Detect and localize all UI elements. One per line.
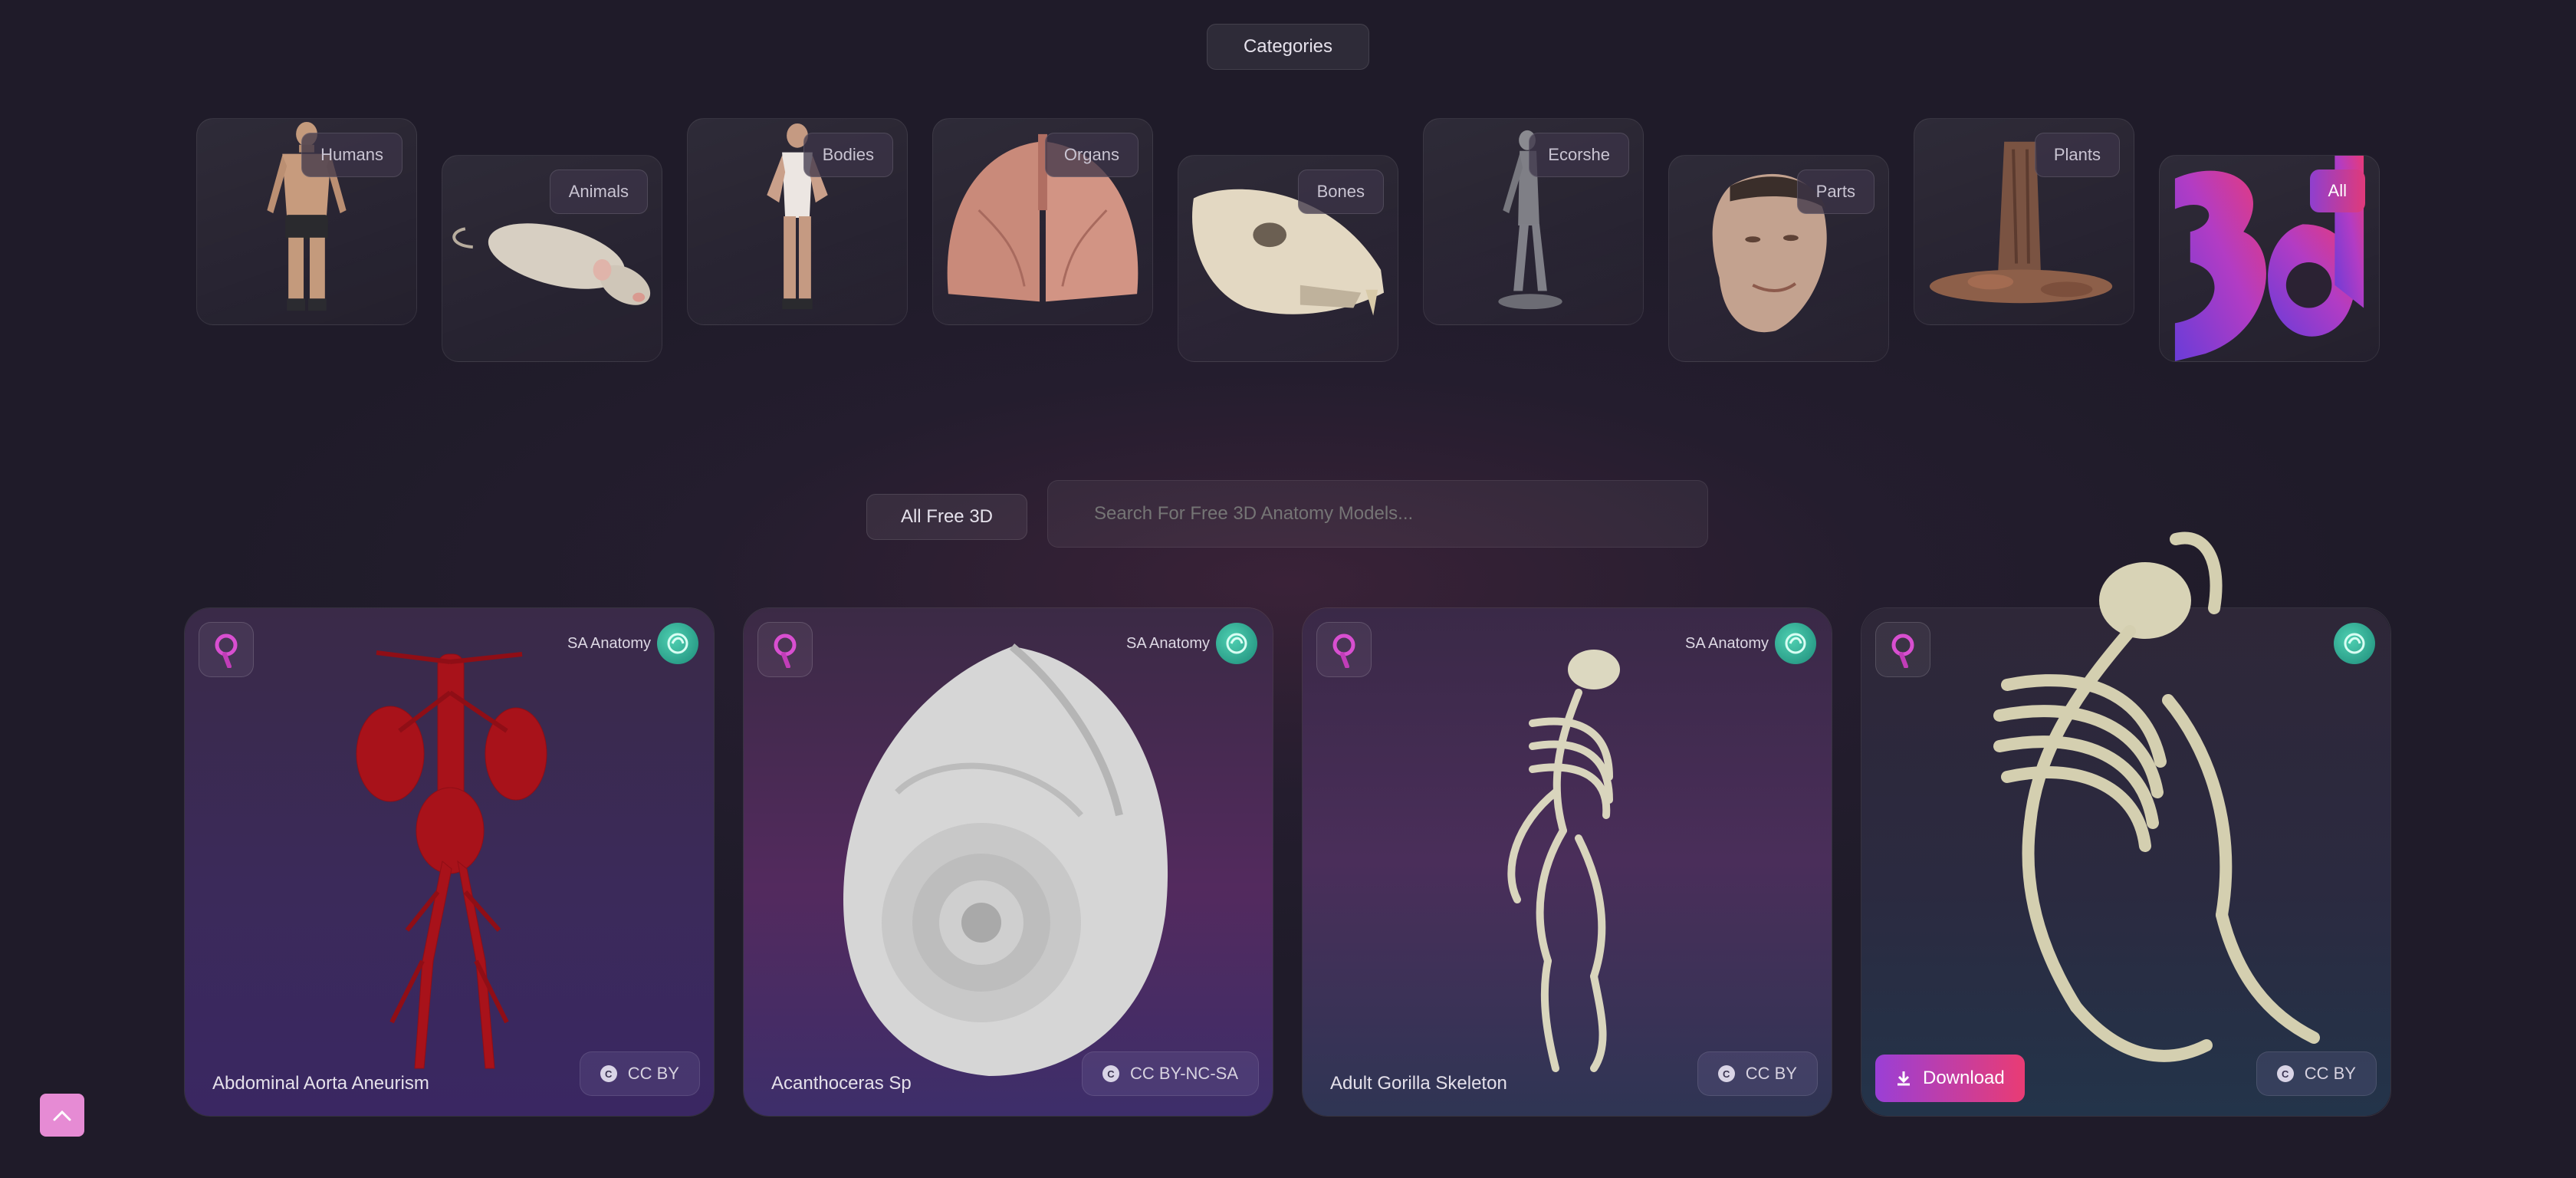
gorilla-skeleton-preview	[1507, 650, 1620, 1072]
free-3d-filter-dropdown[interactable]: All Free 3D	[866, 494, 1027, 540]
category-tile-animals[interactable]: Animals	[442, 155, 662, 362]
aorta-model-preview	[356, 650, 547, 1069]
license-badge[interactable]: C CC BY	[579, 1051, 700, 1096]
category-tile-bodies[interactable]: Bodies	[687, 118, 908, 325]
anatomy-logo-icon	[1226, 633, 1247, 654]
license-badge[interactable]: C CC BY	[2256, 1051, 2377, 1096]
category-label: Bones	[1297, 169, 1384, 214]
license-label: CC BY-NC-SA	[1130, 1064, 1238, 1083]
category-tile-parts[interactable]: Parts	[1668, 155, 1889, 362]
category-label: Parts	[1796, 169, 1875, 214]
large-skeleton-preview	[1993, 531, 2320, 1062]
category-label: Humans	[301, 133, 402, 177]
author-avatar	[2334, 623, 2375, 664]
download-button[interactable]: Download	[1875, 1055, 2025, 1102]
model-card-hovered[interactable]: Download C CC BY	[1861, 531, 2391, 1117]
category-label: Plants	[2034, 133, 2120, 177]
chevron-up-icon	[53, 1110, 71, 1121]
model-card[interactable]: SA Anatomy Abdominal Aorta Aneurism C CC…	[184, 607, 715, 1117]
ammonite-model-preview	[843, 643, 1168, 1076]
anatomy-logo-icon	[667, 633, 688, 654]
model-title: Acanthoceras Sp	[771, 1073, 912, 1094]
magnifier-icon	[774, 633, 797, 668]
category-tile-humans[interactable]: Humans	[196, 118, 417, 325]
author-badge[interactable]: SA Anatomy	[567, 622, 698, 665]
download-label: Download	[1923, 1068, 2005, 1088]
creative-commons-icon: C	[600, 1065, 617, 1082]
category-tile-bones[interactable]: Bones	[1178, 155, 1398, 362]
magnifier-icon	[1891, 633, 1914, 668]
license-label: CC BY	[627, 1064, 679, 1083]
author-avatar	[657, 623, 698, 664]
author-name: SA Anatomy	[1126, 634, 1210, 652]
author-badge[interactable]: SA Anatomy	[1126, 622, 1257, 665]
search-input[interactable]	[1047, 480, 1708, 548]
anatomy-logo-icon	[2344, 633, 2365, 654]
author-avatar	[1775, 623, 1816, 664]
license-badge[interactable]: C CC BY	[1697, 1051, 1818, 1096]
zoom-button[interactable]	[1875, 622, 1930, 677]
model-title: Adult Gorilla Skeleton	[1330, 1073, 1507, 1094]
author-name: SA Anatomy	[1685, 634, 1769, 652]
category-label: Organs	[1044, 133, 1138, 177]
license-badge[interactable]: C CC BY-NC-SA	[1082, 1051, 1259, 1096]
category-label: Ecorshe	[1529, 133, 1629, 177]
zoom-button[interactable]	[199, 622, 254, 677]
anatomy-logo-icon	[1785, 633, 1806, 654]
category-tile-ecorshe[interactable]: Ecorshe	[1423, 118, 1644, 325]
license-label: CC BY	[1745, 1064, 1797, 1083]
zoom-button[interactable]	[757, 622, 813, 677]
creative-commons-icon: C	[1102, 1065, 1119, 1082]
author-name: SA Anatomy	[567, 634, 651, 652]
magnifier-icon	[215, 633, 238, 668]
author-avatar	[1216, 623, 1257, 664]
download-icon	[1898, 1071, 1910, 1086]
model-card[interactable]: SA Anatomy Acanthoceras Sp C CC BY-NC-SA	[743, 607, 1273, 1117]
category-label: Bodies	[803, 133, 893, 177]
model-title: Abdominal Aorta Aneurism	[212, 1073, 429, 1094]
zoom-button[interactable]	[1316, 622, 1372, 677]
creative-commons-icon: C	[1717, 1065, 1735, 1082]
scroll-to-top-button[interactable]	[40, 1094, 84, 1137]
category-tile-all[interactable]: All	[2159, 155, 2380, 362]
license-label: CC BY	[2304, 1064, 2356, 1083]
creative-commons-icon: C	[2276, 1065, 2294, 1082]
category-tile-organs[interactable]: Organs	[932, 118, 1153, 325]
model-card[interactable]: SA Anatomy Adult Gorilla Skeleton C CC B…	[1302, 607, 1832, 1117]
category-label: All	[2309, 169, 2365, 212]
magnifier-icon	[1332, 633, 1355, 668]
categories-button[interactable]: Categories	[1207, 24, 1369, 70]
author-badge[interactable]: SA Anatomy	[1685, 622, 1816, 665]
category-label: Animals	[549, 169, 648, 214]
author-badge[interactable]	[2334, 622, 2375, 665]
category-tile-plants[interactable]: Plants	[1914, 118, 2134, 325]
